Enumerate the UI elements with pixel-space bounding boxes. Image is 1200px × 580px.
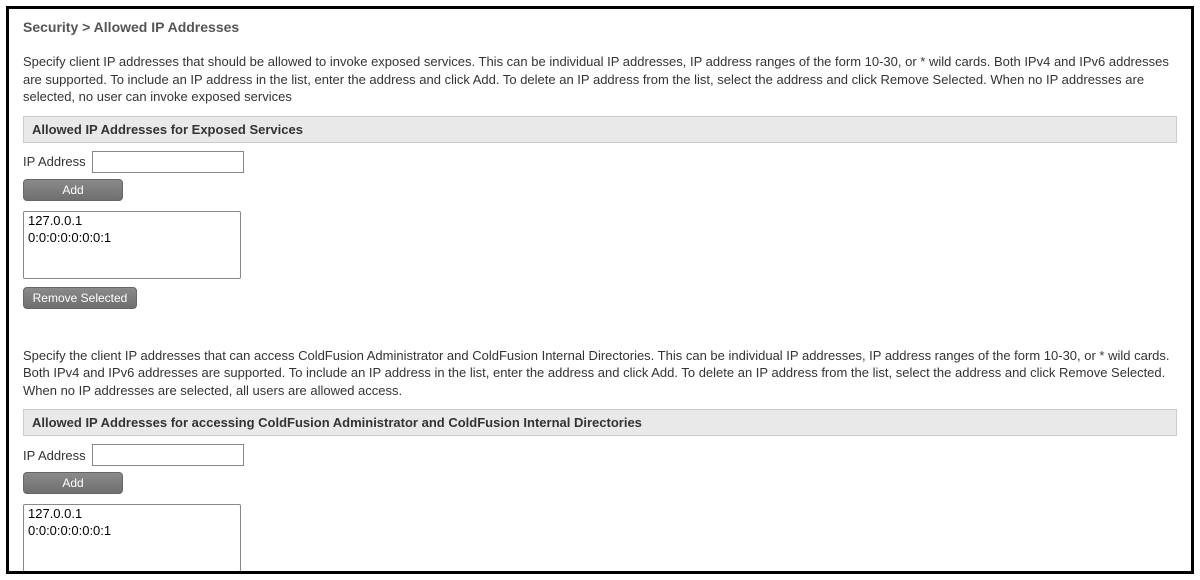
list-item[interactable]: 0:0:0:0:0:0:0:1 xyxy=(24,522,240,539)
breadcrumb: Security > Allowed IP Addresses xyxy=(23,19,1177,35)
exposed-ip-listbox[interactable]: 127.0.0.10:0:0:0:0:0:0:1 xyxy=(23,211,241,279)
admin-access-description: Specify the client IP addresses that can… xyxy=(23,347,1177,400)
exposed-add-button[interactable]: Add xyxy=(23,179,123,201)
admin-ip-field-row: IP Address xyxy=(23,444,1177,466)
list-item[interactable]: 127.0.0.1 xyxy=(24,212,240,229)
exposed-ip-field-row: IP Address xyxy=(23,151,1177,173)
exposed-services-header: Allowed IP Addresses for Exposed Service… xyxy=(23,116,1177,143)
exposed-services-description: Specify client IP addresses that should … xyxy=(23,53,1177,106)
admin-add-button[interactable]: Add xyxy=(23,472,123,494)
exposed-ip-label: IP Address xyxy=(23,154,86,169)
admin-ip-listbox[interactable]: 127.0.0.10:0:0:0:0:0:0:1 xyxy=(23,504,241,572)
exposed-ip-input[interactable] xyxy=(92,151,244,173)
admin-access-header: Allowed IP Addresses for accessing ColdF… xyxy=(23,409,1177,436)
admin-ip-label: IP Address xyxy=(23,448,86,463)
list-item[interactable]: 127.0.0.1 xyxy=(24,505,240,522)
list-item[interactable]: 0:0:0:0:0:0:0:1 xyxy=(24,229,240,246)
exposed-remove-button[interactable]: Remove Selected xyxy=(23,287,137,309)
admin-ip-input[interactable] xyxy=(92,444,244,466)
page-frame: Security > Allowed IP Addresses Specify … xyxy=(6,6,1194,574)
